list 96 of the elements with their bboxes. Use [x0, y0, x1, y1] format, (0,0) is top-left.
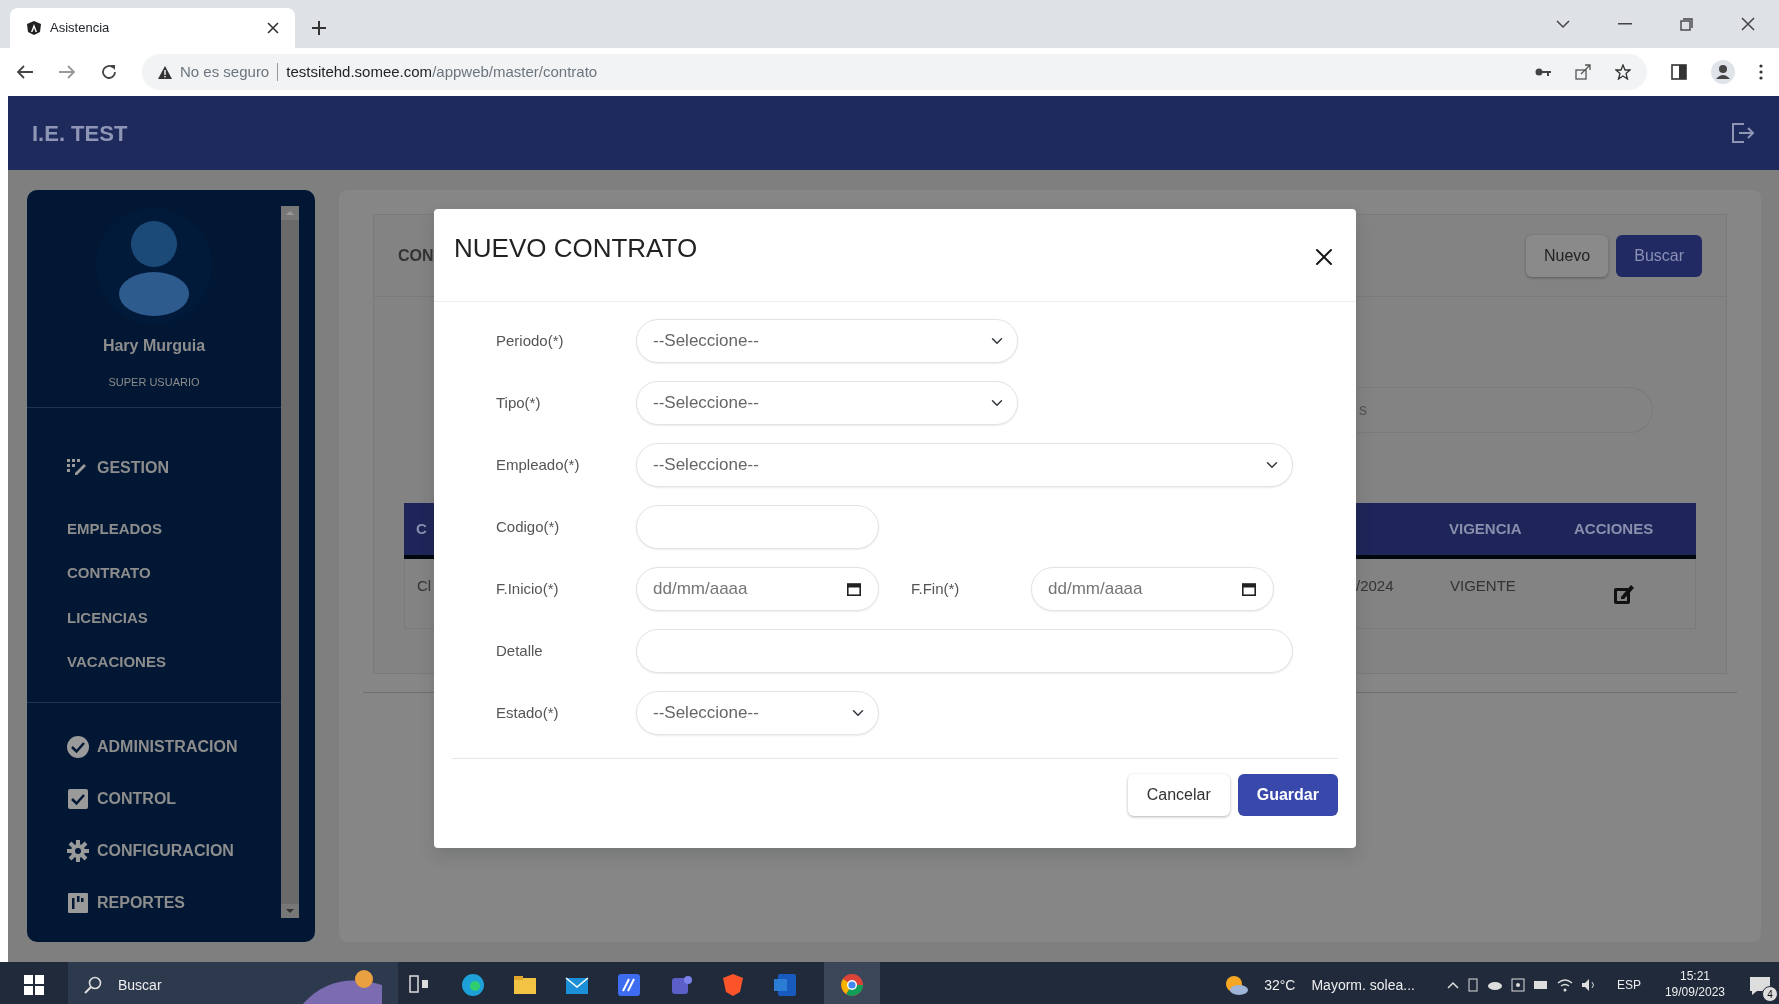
- volume-icon[interactable]: [1580, 978, 1597, 992]
- field-label: F.Fin(*): [911, 578, 961, 599]
- tab-title: Asistencia: [50, 19, 111, 38]
- app-title: I.E. TEST: [32, 119, 128, 148]
- clock-date[interactable]: 19/09/2023: [1664, 985, 1725, 1001]
- browser-tab[interactable]: Asistencia: [10, 8, 295, 48]
- back-icon[interactable]: [16, 64, 34, 80]
- scrollbar[interactable]: [281, 206, 299, 918]
- address-bar[interactable]: No es seguro testsitehd.somee.com/appweb/master/contrato: [142, 54, 1647, 90]
- select-field[interactable]: --Seleccione--: [636, 691, 879, 735]
- table-cell-text: /2024: [1356, 576, 1394, 596]
- nav-section[interactable]: GESTION: [51, 455, 257, 480]
- table-cell-text: VIGENTE: [1450, 576, 1516, 596]
- logout-icon[interactable]: [1731, 122, 1755, 144]
- forward-icon[interactable]: [58, 64, 76, 80]
- select-field[interactable]: --Seleccione--: [636, 319, 1018, 363]
- chevron-down-icon[interactable]: [1556, 19, 1570, 29]
- language-indicator[interactable]: ESP: [1616, 976, 1641, 994]
- modal-button[interactable]: Cancelar: [1127, 774, 1230, 816]
- table-cell-text: Cl: [417, 576, 432, 596]
- tray-app-icon[interactable]: [1510, 978, 1525, 992]
- text-field[interactable]: [636, 629, 1293, 673]
- weather-icon: [1224, 974, 1249, 996]
- browser-icon[interactable]: [460, 972, 486, 998]
- field-label: Empleado(*): [496, 454, 581, 475]
- tray-app-icon[interactable]: [1466, 978, 1479, 992]
- settings-icon: [67, 839, 89, 862]
- date-field[interactable]: dd/mm/aaaa: [1031, 567, 1274, 611]
- clock-time[interactable]: 15:21: [1679, 969, 1710, 985]
- chart-icon: [67, 891, 89, 914]
- scroll-down-icon[interactable]: [281, 904, 299, 918]
- profile-icon[interactable]: [1711, 60, 1735, 84]
- app-tile-icon[interactable]: [616, 972, 642, 998]
- menu-icon[interactable]: [1759, 64, 1763, 80]
- modal-title: NUEVO CONTRATO: [454, 232, 698, 265]
- select-field[interactable]: --Seleccione--: [636, 443, 1293, 487]
- new-tab-icon[interactable]: [311, 20, 327, 36]
- minimize-icon[interactable]: [1618, 23, 1632, 25]
- side-panel-icon[interactable]: [1671, 64, 1687, 80]
- weather-text: Mayorm. solea...: [1311, 975, 1415, 995]
- date-field[interactable]: dd/mm/aaaa: [636, 567, 879, 611]
- text-field[interactable]: [636, 505, 879, 549]
- share-icon[interactable]: [1575, 64, 1591, 80]
- field-label: Detalle: [496, 640, 544, 661]
- document-icon[interactable]: [772, 972, 798, 998]
- select-field[interactable]: --Seleccione--: [636, 381, 1018, 425]
- column-header: VIGENCIA: [1449, 518, 1522, 539]
- maximize-icon[interactable]: [1680, 17, 1693, 31]
- star-icon[interactable]: [1615, 64, 1631, 80]
- nav-item[interactable]: EMPLEADOS: [51, 517, 257, 540]
- field-label: F.Inicio(*): [496, 578, 560, 599]
- field-label: Codigo(*): [496, 516, 561, 537]
- calendar-icon[interactable]: [847, 582, 861, 596]
- field-label: Periodo(*): [496, 330, 565, 351]
- start-icon[interactable]: [24, 975, 44, 995]
- warning-icon: [158, 65, 172, 79]
- user-role: SUPER USUARIO: [108, 375, 200, 390]
- chevron-up-icon[interactable]: [1446, 981, 1459, 989]
- calendar-icon[interactable]: [1242, 582, 1256, 596]
- notification-icon[interactable]: [1749, 975, 1771, 996]
- url-text: testsitehd.somee.com/appweb/master/contrato: [286, 61, 598, 82]
- nav-section[interactable]: CONFIGURACION: [51, 838, 257, 863]
- reload-icon[interactable]: [100, 63, 118, 81]
- nav-item[interactable]: LICENCIAS: [51, 606, 257, 629]
- user-name: Hary Murguia: [102, 336, 206, 356]
- browser-icon[interactable]: [839, 972, 865, 998]
- taskbar-search[interactable]: Buscar: [68, 962, 398, 1004]
- edit-icon[interactable]: [1613, 583, 1635, 605]
- search-icon: [84, 976, 102, 994]
- temperature: 32°C: [1264, 975, 1296, 995]
- security-label: No es seguro: [180, 61, 270, 82]
- battery-icon[interactable]: [1532, 980, 1549, 990]
- nav-item[interactable]: VACACIONES: [51, 651, 257, 674]
- close-icon[interactable]: [1741, 17, 1755, 31]
- nav-section[interactable]: REPORTES: [51, 890, 257, 915]
- check-circle-icon: [67, 735, 89, 758]
- shield-icon[interactable]: [720, 972, 746, 998]
- close-icon[interactable]: [267, 22, 279, 34]
- app-logo-icon: [26, 20, 42, 36]
- nav-section[interactable]: ADMINISTRACION: [51, 734, 257, 759]
- nav-item[interactable]: CONTRATO: [51, 562, 257, 585]
- modal-button[interactable]: Guardar: [1237, 774, 1338, 816]
- column-header: ACCIONES: [1574, 518, 1654, 539]
- key-icon[interactable]: [1535, 67, 1551, 77]
- page-button[interactable]: Nuevo: [1525, 234, 1609, 277]
- active-app-button[interactable]: [824, 962, 880, 1004]
- field-label: Tipo(*): [496, 392, 542, 413]
- wifi-icon[interactable]: [1556, 978, 1573, 992]
- field-label: Estado(*): [496, 702, 560, 723]
- avatar-icon: [94, 206, 214, 326]
- page-title: CON: [398, 245, 434, 266]
- cloud-icon[interactable]: [1486, 980, 1503, 990]
- column-header: C: [416, 518, 427, 539]
- nav-section[interactable]: CONTROL: [51, 786, 257, 811]
- checkbox-icon: [67, 787, 89, 810]
- page-button[interactable]: Buscar: [1616, 234, 1702, 277]
